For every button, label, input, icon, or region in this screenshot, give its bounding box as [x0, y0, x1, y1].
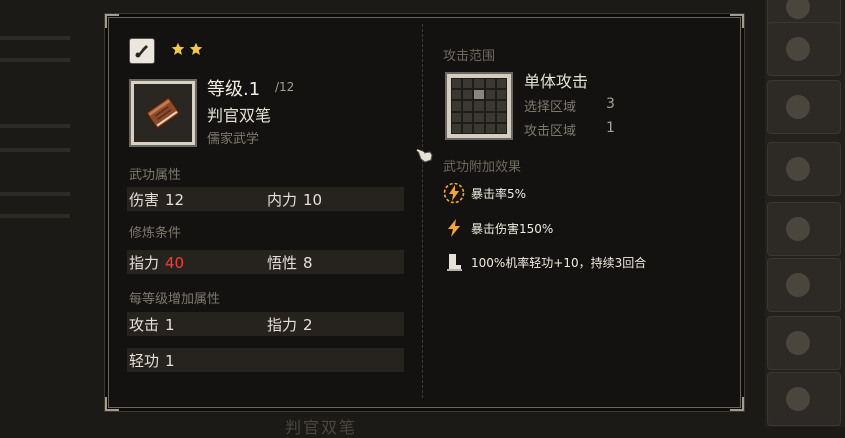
range-cell — [485, 101, 495, 111]
attack-range-grid — [445, 72, 513, 140]
skill-book-icon — [129, 79, 197, 147]
agility-per-level: 轻功 1 — [129, 352, 175, 370]
attributes-title: 武功属性 — [129, 168, 182, 183]
effect-item: 暴击率5% — [443, 182, 526, 204]
range-cell — [463, 79, 473, 89]
range-cell — [474, 112, 484, 122]
effect-text: 暴击率5% — [471, 186, 527, 201]
per-level-title: 每等级增加属性 — [129, 292, 221, 307]
range-cell — [463, 112, 473, 122]
range-cell — [452, 79, 462, 89]
select-area-value: 3 — [606, 96, 615, 112]
attack-area-label: 攻击区域 — [524, 124, 577, 139]
brush-type-icon — [129, 38, 155, 64]
effect-item: 100%机率轻功+10，持续3回合 — [443, 251, 646, 273]
range-cell — [452, 123, 462, 133]
side-menu-item[interactable] — [767, 372, 841, 426]
effect-text: 暴击伤害150% — [471, 221, 554, 236]
strength-requirement: 指力 40 — [129, 254, 185, 272]
range-cell — [463, 101, 473, 111]
effects-title: 武功附加效果 — [443, 160, 522, 175]
per-level-row: 攻击 1 指力 2 — [127, 312, 404, 336]
star-icon — [171, 42, 185, 55]
skill-school: 儒家武学 — [207, 132, 260, 147]
range-cell — [496, 123, 506, 133]
side-menu-item[interactable] — [767, 80, 841, 134]
side-menu-item[interactable] — [767, 258, 841, 312]
range-cell — [474, 123, 484, 133]
range-cell-target — [474, 90, 484, 100]
insight-requirement: 悟性 8 — [267, 254, 313, 272]
star-icon — [189, 42, 203, 55]
skill-stars — [171, 42, 203, 56]
range-cell — [452, 90, 462, 100]
skill-level: 等级.1 — [207, 79, 261, 100]
skill-level-max: /12 — [275, 80, 295, 94]
crit-rate-icon — [443, 182, 465, 204]
effect-item: 暴击伤害150% — [443, 217, 553, 239]
select-area-label: 选择区域 — [524, 100, 577, 115]
range-cell — [463, 90, 473, 100]
skill-name: 判官双笔 — [207, 106, 272, 125]
panel-divider — [422, 24, 423, 398]
side-menu-item[interactable] — [767, 142, 841, 196]
range-cell — [496, 90, 506, 100]
range-cell — [485, 123, 495, 133]
range-cell — [474, 101, 484, 111]
range-cell — [485, 79, 495, 89]
requirements-row: 指力 40 悟性 8 — [127, 250, 404, 274]
range-cell — [452, 112, 462, 122]
range-cell — [474, 79, 484, 89]
range-title: 攻击范围 — [443, 49, 496, 64]
range-cell — [485, 90, 495, 100]
range-cell — [452, 101, 462, 111]
attributes-row: 伤害 12 内力 10 — [127, 187, 404, 211]
attack-type: 单体攻击 — [524, 72, 589, 91]
hand-cursor-icon — [416, 149, 433, 163]
damage-stat: 伤害 12 — [129, 191, 185, 209]
side-menu-item[interactable] — [767, 22, 841, 76]
effect-text: 100%机率轻功+10，持续3回合 — [471, 255, 647, 270]
side-menu-item[interactable] — [767, 316, 841, 370]
range-cell — [496, 112, 506, 122]
background-title: 判官双笔 — [285, 418, 358, 437]
boot-icon — [447, 254, 462, 271]
crit-damage-icon — [448, 219, 460, 237]
range-cell — [496, 79, 506, 89]
attack-per-level: 攻击 1 — [129, 316, 175, 334]
requirements-title: 修炼条件 — [129, 226, 182, 241]
range-cell — [463, 123, 473, 133]
attack-area-value: 1 — [606, 120, 615, 136]
range-cell — [496, 101, 506, 111]
skill-detail-panel: 等级.1 /12 判官双笔 儒家武学 武功属性 伤害 12 内力 10 修炼条件 指… — [105, 14, 744, 411]
strength-per-level: 指力 2 — [267, 316, 313, 334]
inner-force-stat: 内力 10 — [267, 191, 323, 209]
range-cell — [485, 112, 495, 122]
side-menu-item[interactable] — [767, 202, 841, 256]
background-side-menu — [765, 0, 845, 427]
per-level-row: 轻功 1 — [127, 348, 404, 372]
